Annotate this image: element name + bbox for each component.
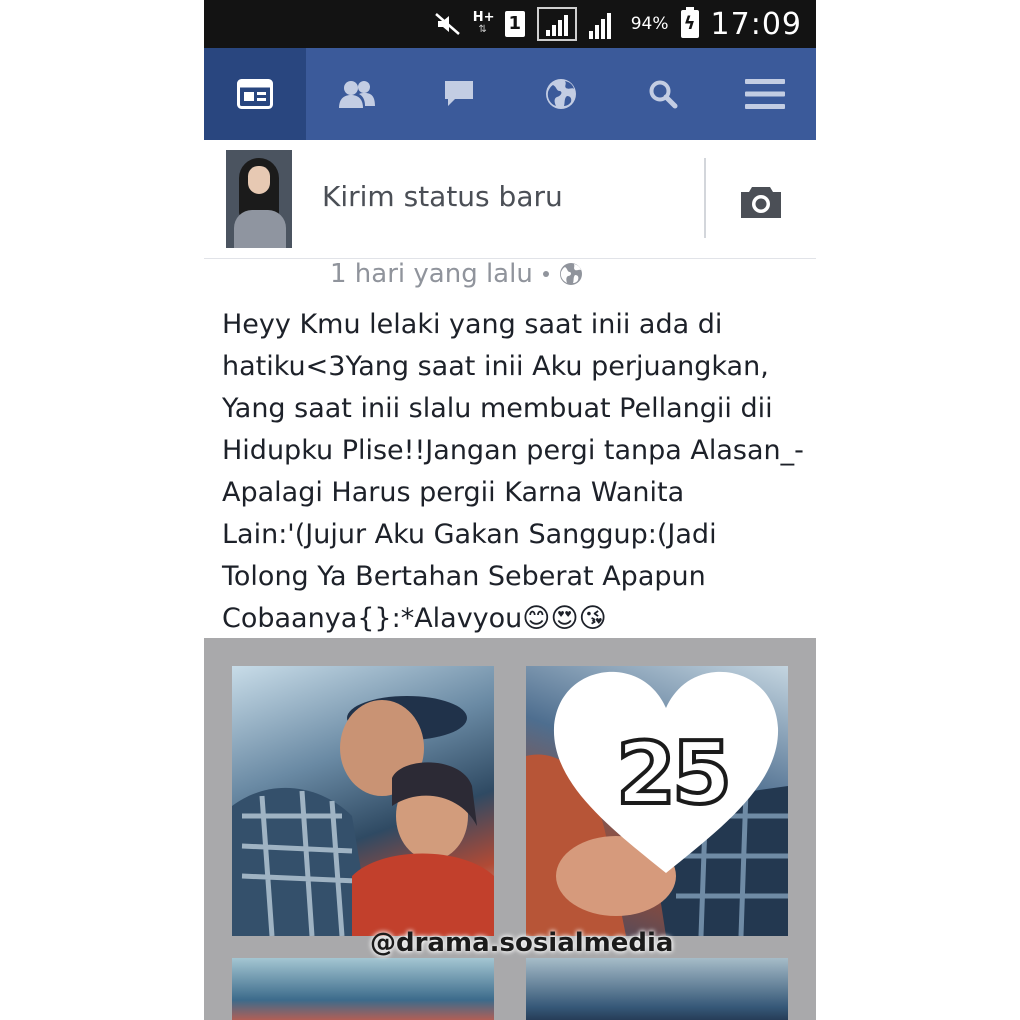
signal-strength-2-icon	[588, 9, 619, 39]
post-text: Heyy Kmu lelaki yang saat inii ada di ha…	[222, 309, 804, 634]
data-arrows-icon: ⇅	[478, 24, 487, 35]
clock: 17:09	[710, 6, 802, 42]
heart-sticker-number: 25	[614, 722, 734, 826]
nav-tab-menu[interactable]	[714, 48, 816, 140]
nav-tab-notifications[interactable]	[510, 48, 612, 140]
network-type: H+ ⇅	[472, 10, 495, 36]
globe-icon	[559, 263, 582, 285]
friends-icon	[339, 81, 375, 108]
news-feed-icon	[237, 79, 273, 109]
post-timestamp-label: 1 hari yang lalu	[330, 259, 533, 289]
collage-photo	[232, 958, 494, 1020]
separator-dot	[542, 271, 549, 277]
nav-tab-news-feed[interactable]	[204, 48, 306, 140]
messages-icon	[445, 81, 473, 106]
status-bar: H+ ⇅ 1 94% ϟ 17:09	[204, 0, 816, 48]
search-icon	[649, 80, 678, 109]
status-icons: H+ ⇅ 1 94% ϟ 17:09	[434, 0, 802, 48]
signal-strength-icon	[536, 7, 577, 41]
mute-icon	[434, 13, 460, 35]
status-composer: Kirim status baru	[204, 140, 816, 259]
battery-percent: 94%	[630, 14, 669, 34]
composer-divider	[704, 158, 706, 238]
nav-tab-search[interactable]	[612, 48, 714, 140]
top-nav-bar	[204, 48, 816, 140]
collage-photo	[232, 666, 494, 937]
battery-charging-icon: ϟ	[680, 7, 699, 38]
post-photo[interactable]: 25 @drama.sosialmedia	[204, 638, 816, 1020]
nav-tab-messages[interactable]	[408, 48, 510, 140]
camera-button[interactable]	[738, 184, 784, 224]
collage-photo	[526, 958, 788, 1020]
notifications-globe-icon	[546, 79, 576, 109]
status-input[interactable]: Kirim status baru	[322, 180, 563, 213]
watermark: @drama.sosialmedia	[370, 928, 674, 958]
post-timestamp[interactable]: 1 hari yang lalu	[330, 256, 583, 292]
sim-slot-indicator: 1	[504, 11, 525, 37]
camera-icon	[741, 187, 781, 218]
avatar[interactable]	[226, 150, 292, 248]
menu-icon	[745, 79, 785, 109]
nav-tab-friends[interactable]	[306, 48, 408, 140]
network-type-label: H+	[472, 10, 495, 25]
phone-screen: H+ ⇅ 1 94% ϟ 17:09 Kirim status baru 1 h…	[204, 0, 816, 1020]
